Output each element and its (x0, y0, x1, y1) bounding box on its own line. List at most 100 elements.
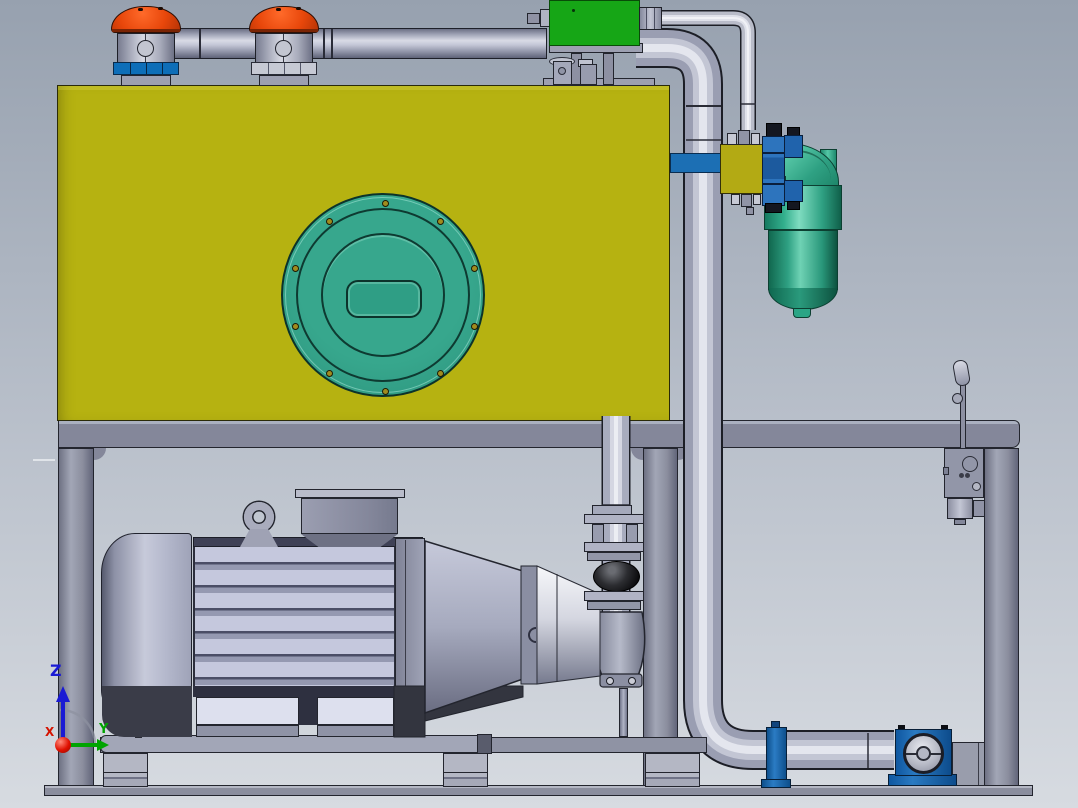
cover-bolt (292, 322, 300, 330)
terminal-box (301, 498, 398, 534)
top-header-pipe[interactable] (140, 28, 547, 59)
valve-side-tab (943, 467, 949, 475)
y-axis-arrowhead (97, 739, 109, 751)
joint-bolt-tab (626, 524, 638, 543)
x-axis-label: X (45, 725, 55, 739)
breather-base (121, 75, 171, 86)
cover-bolt (381, 199, 389, 207)
lifting-eye-ring (244, 502, 274, 532)
drain-rod (619, 688, 628, 737)
valve-lower-tab (973, 500, 985, 517)
pipe-joint-line (199, 29, 201, 58)
breather-tick (138, 8, 143, 11)
pipe-joint-line (331, 29, 333, 58)
cad-viewport[interactable]: Z Y X (0, 0, 1078, 808)
rubber-ball (593, 561, 640, 592)
cover-bolt (436, 369, 444, 377)
fan-cover-shadow (102, 686, 192, 737)
frame-top-beam (58, 420, 1020, 448)
valve-dot (965, 473, 970, 478)
valve-lever-knob[interactable] (951, 358, 972, 388)
valve-segment-line (762, 152, 785, 154)
manifold-block[interactable] (720, 144, 764, 194)
plate-end-cap (477, 734, 492, 754)
valve-stem-collar (952, 393, 963, 404)
valve-screw (972, 482, 981, 491)
tank-fitting (580, 64, 597, 85)
manifold-bottom-nut (741, 194, 752, 207)
joint-flange (587, 552, 641, 561)
valve-fitting (784, 135, 803, 158)
filter-bowl[interactable] (768, 230, 838, 290)
valve-dot (959, 473, 964, 478)
joint-flange (584, 514, 644, 524)
vibration-isolator[interactable] (645, 753, 700, 787)
manifold-bottom-nut (753, 194, 761, 205)
cover-bolt (470, 264, 478, 272)
motor-foot-base (317, 725, 394, 737)
origin-sphere (55, 737, 71, 753)
valve-lower-cylinder (947, 498, 973, 519)
valve-port-circle (962, 456, 978, 472)
frame-fillet (631, 448, 643, 460)
tank-top-lip (58, 86, 669, 90)
valve-fitting-cap (787, 201, 800, 210)
gauge-side-nut (527, 13, 540, 24)
suction-elbow (594, 611, 646, 688)
tank-fitting-knob (558, 67, 566, 75)
valve-black-base (765, 203, 782, 213)
breather-dome-rim (250, 29, 318, 32)
filter-drain-stub (793, 308, 811, 318)
frame-fillet (94, 448, 106, 460)
breather-dome-rim (112, 29, 180, 32)
cover-bolt (326, 369, 334, 377)
joint-flange (584, 591, 644, 601)
breather-knob (137, 40, 154, 57)
motor-mounting-plate[interactable] (100, 735, 490, 753)
mouse-cursor (33, 459, 55, 461)
motor-end-shield (395, 538, 425, 706)
valve-fitting (784, 180, 803, 202)
manifold-top-nut (751, 133, 760, 145)
vibration-isolator[interactable] (443, 753, 488, 787)
breather-collar (251, 62, 317, 75)
motor-foot-gap (299, 697, 317, 725)
filter-bowl-dome (768, 288, 838, 310)
end-shield-line (405, 540, 406, 704)
gauge-support (603, 53, 614, 85)
manifold-nub (746, 207, 754, 215)
breather-tick (276, 8, 281, 11)
valve-segment-line (762, 183, 785, 185)
support-face (903, 733, 944, 774)
level-gauge-box[interactable] (549, 0, 640, 46)
vibration-isolator[interactable] (103, 753, 148, 787)
z-axis-arrowhead (56, 686, 70, 702)
frame-fillet (678, 448, 690, 460)
frame-step-line (978, 743, 979, 785)
joint-bolt-tab (592, 524, 604, 543)
manifold-bottom-nut (731, 194, 740, 205)
breather-knob (275, 40, 292, 57)
frame-bottom-rail (44, 785, 1033, 796)
motor-fin-body (193, 547, 395, 686)
directional-valve-stack[interactable] (762, 136, 785, 206)
motor-foot (317, 697, 394, 725)
z-axis-label: Z (50, 661, 62, 680)
joint-flange (584, 542, 644, 552)
cover-bolt (292, 264, 300, 272)
y-axis-label: Y (99, 722, 109, 737)
pipe-clamp-flange[interactable] (766, 727, 787, 781)
breather-tick (296, 7, 301, 10)
valve-lower-nub (954, 519, 966, 525)
motor-foot-base (196, 725, 299, 737)
cover-bolt (436, 217, 444, 225)
breather-base (259, 75, 309, 86)
pipe-clamp-base (761, 779, 791, 788)
motor-foot (196, 697, 299, 725)
tank-outlet-stub (670, 153, 722, 173)
valve-body-block[interactable] (943, 448, 984, 498)
tank-access-cover[interactable] (281, 193, 485, 397)
pipe-joint-line (323, 29, 325, 58)
valve-stem (960, 382, 966, 450)
cover-bolt (326, 217, 334, 225)
